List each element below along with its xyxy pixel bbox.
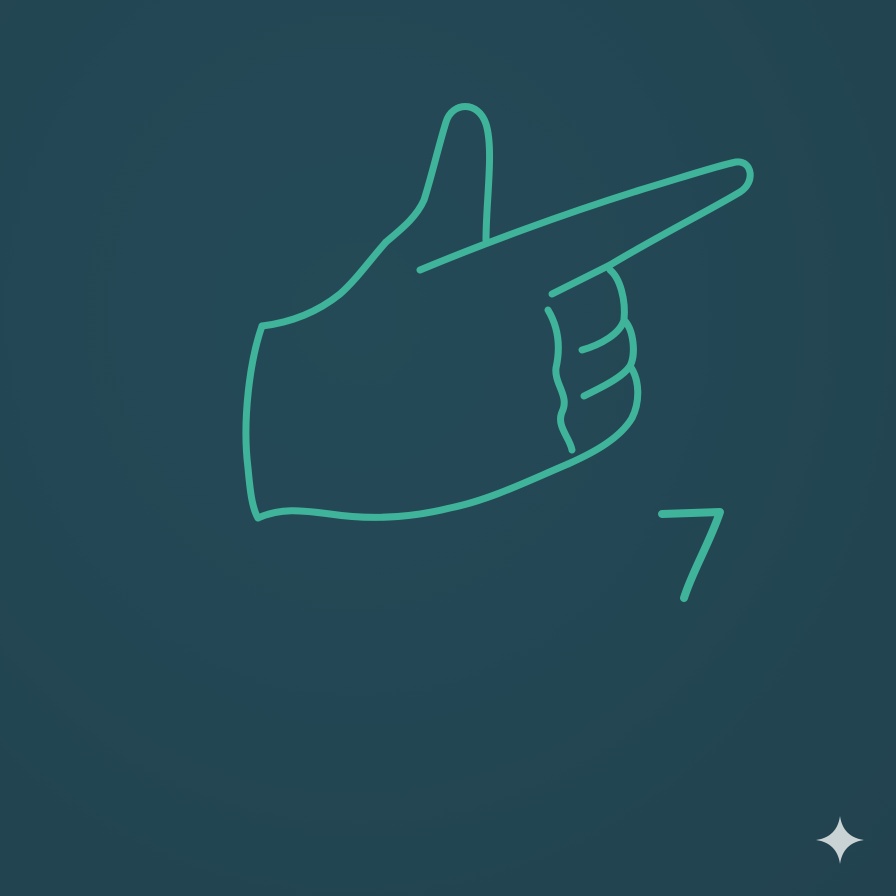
hand-finger-3 xyxy=(564,362,642,468)
hand-finger-2 xyxy=(580,316,637,400)
hand-thumb xyxy=(382,103,494,246)
hand-finger-1 xyxy=(578,266,628,354)
illustration-canvas: 7 xyxy=(0,0,896,896)
sparkle-icon xyxy=(816,816,864,864)
hand-back xyxy=(258,238,390,330)
hand-index-top xyxy=(416,158,754,274)
number-seven-glyph xyxy=(658,508,724,602)
hand-palm-bottom xyxy=(254,460,572,522)
pointing-hand-icon xyxy=(242,103,754,522)
hand-wrist xyxy=(242,322,266,522)
hand-knuckle-line xyxy=(544,306,576,454)
hand-index-bottom xyxy=(548,261,614,298)
